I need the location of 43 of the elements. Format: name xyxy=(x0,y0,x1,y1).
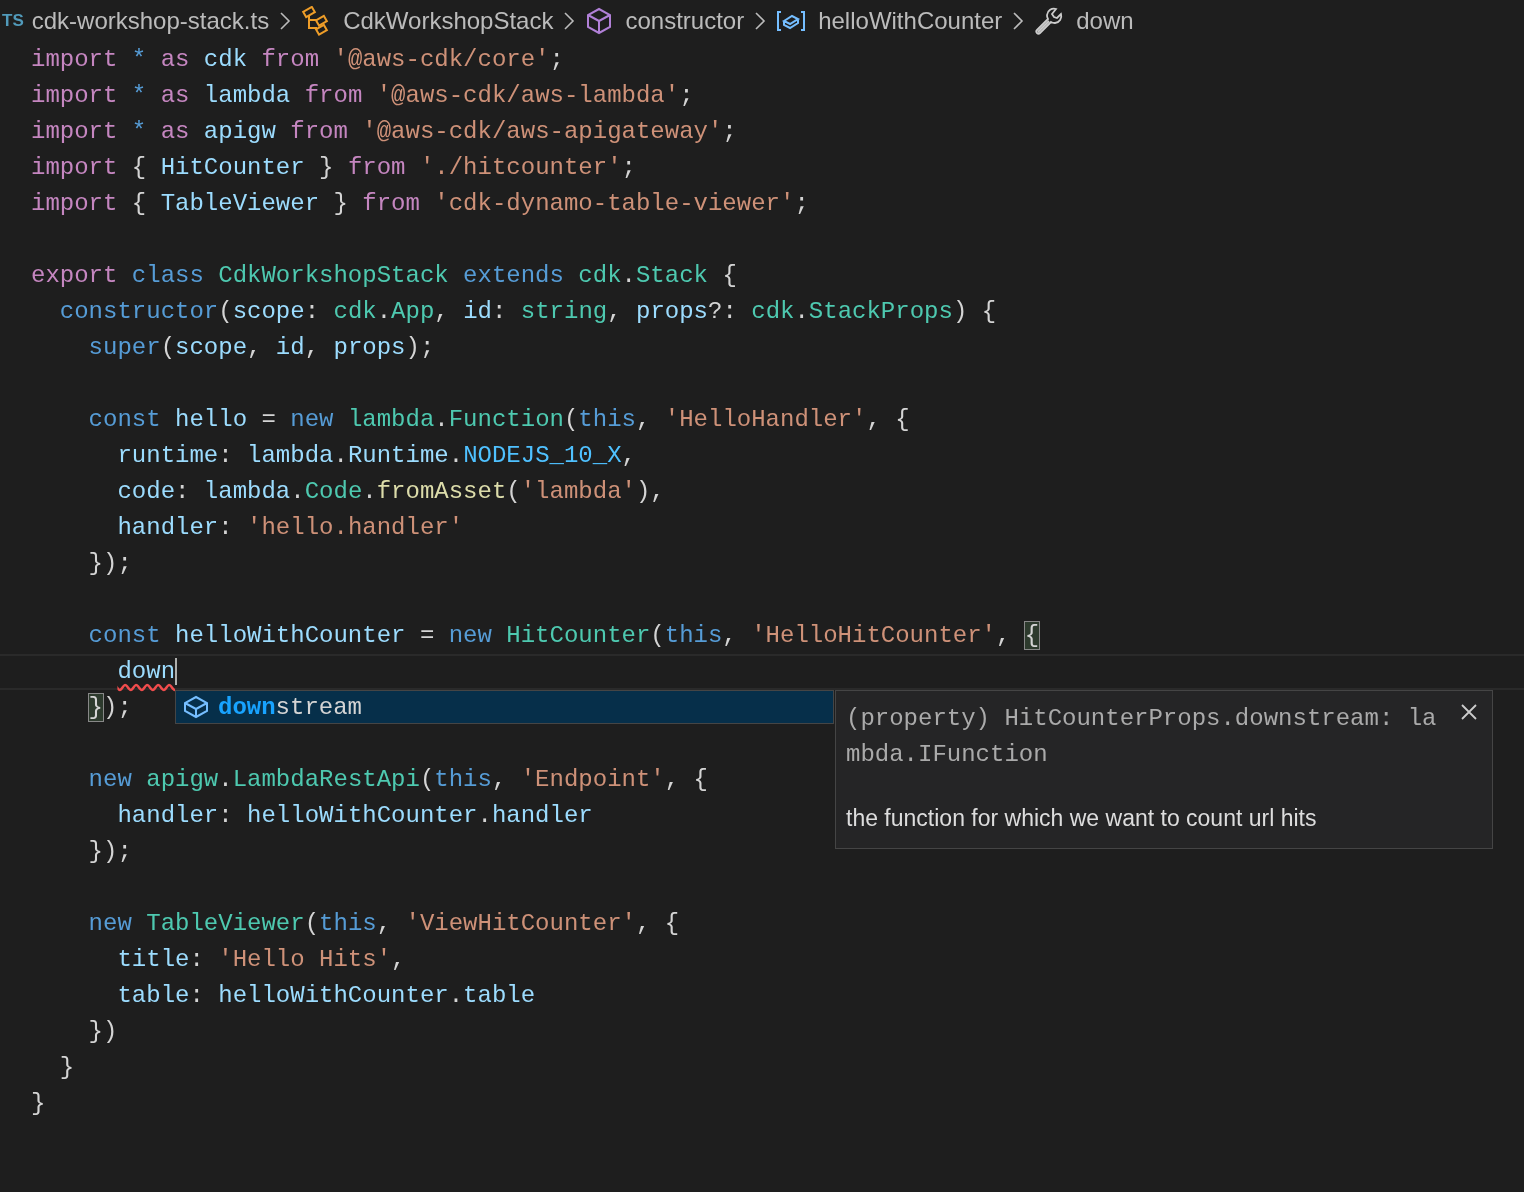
code-line: const hello = new lambda.Function(this, 'HelloHandler', { xyxy=(87,406,910,433)
code-line: down xyxy=(116,658,178,685)
code-line: new TableViewer(this, 'ViewHitCounter', { xyxy=(87,910,680,937)
code-line: } xyxy=(31,1090,46,1117)
chevron-icon xyxy=(279,11,292,31)
code-line: import { HitCounter } from './hitcounter'; xyxy=(31,154,636,181)
code-line: constructor(scope: cdk.App, id: string, props?: cdk.StackProps) { xyxy=(58,298,997,325)
code-line: handler: helloWithCounter.handler xyxy=(116,802,593,829)
code-line: const helloWithCounter = new HitCounter(this, 'HelloHitCounter', { xyxy=(87,622,1040,649)
code-line: title: 'Hello Hits', xyxy=(116,946,406,973)
type-signature: (property) HitCounterProps.downstream: lambda.IFunction xyxy=(846,704,1437,770)
breadcrumb-item[interactable]: cdk-workshop-stack.ts xyxy=(31,7,270,35)
code-line: }); xyxy=(87,694,132,721)
chevron-icon xyxy=(563,11,576,31)
cube-icon xyxy=(182,694,210,720)
code-line: code: lambda.Code.fromAsset('lambda'), xyxy=(116,478,665,505)
code-line: }); xyxy=(87,838,132,865)
code-line: import * as lambda from '@aws-cdk/aws-lambda'; xyxy=(31,82,694,109)
code-line: import * as cdk from '@aws-cdk/core'; xyxy=(31,46,564,73)
code-line: new apigw.LambdaRestApi(this, 'Endpoint', { xyxy=(87,766,708,793)
wrench-icon xyxy=(1034,6,1065,36)
description-text: the function for which we want to count url hits xyxy=(846,805,1318,832)
chevron-icon xyxy=(1012,11,1025,31)
code-line: }); xyxy=(87,550,132,577)
suggestion-item[interactable]: downstream xyxy=(218,693,363,721)
code-line: import { TableViewer } from 'cdk-dynamo-table-viewer'; xyxy=(31,190,809,217)
variable-icon xyxy=(776,9,807,33)
code-line: }) xyxy=(87,1018,118,1045)
code-line: super(scope, id, props); xyxy=(87,334,435,361)
cube-icon xyxy=(585,6,614,36)
code-line: table: helloWithCounter.table xyxy=(116,982,536,1009)
close-icon[interactable] xyxy=(1460,703,1478,721)
code-line: runtime: lambda.Runtime.NODEJS_10_X, xyxy=(116,442,636,469)
code-line: } xyxy=(58,1054,75,1081)
code-line: handler: 'hello.handler' xyxy=(116,514,464,541)
code-line: export class CdkWorkshopStack extends cdk.Stack { xyxy=(31,262,737,289)
breadcrumb-item[interactable]: CdkWorkshopStack xyxy=(343,7,554,35)
chevron-icon xyxy=(754,11,767,31)
breadcrumb-item[interactable]: helloWithCounter xyxy=(818,7,1003,35)
breadcrumb-item[interactable]: constructor xyxy=(625,7,745,35)
file-type-label: TS xyxy=(2,11,24,31)
breadcrumb-item[interactable]: down xyxy=(1076,7,1134,35)
code-line: import * as apigw from '@aws-cdk/aws-apigateway'; xyxy=(31,118,737,145)
